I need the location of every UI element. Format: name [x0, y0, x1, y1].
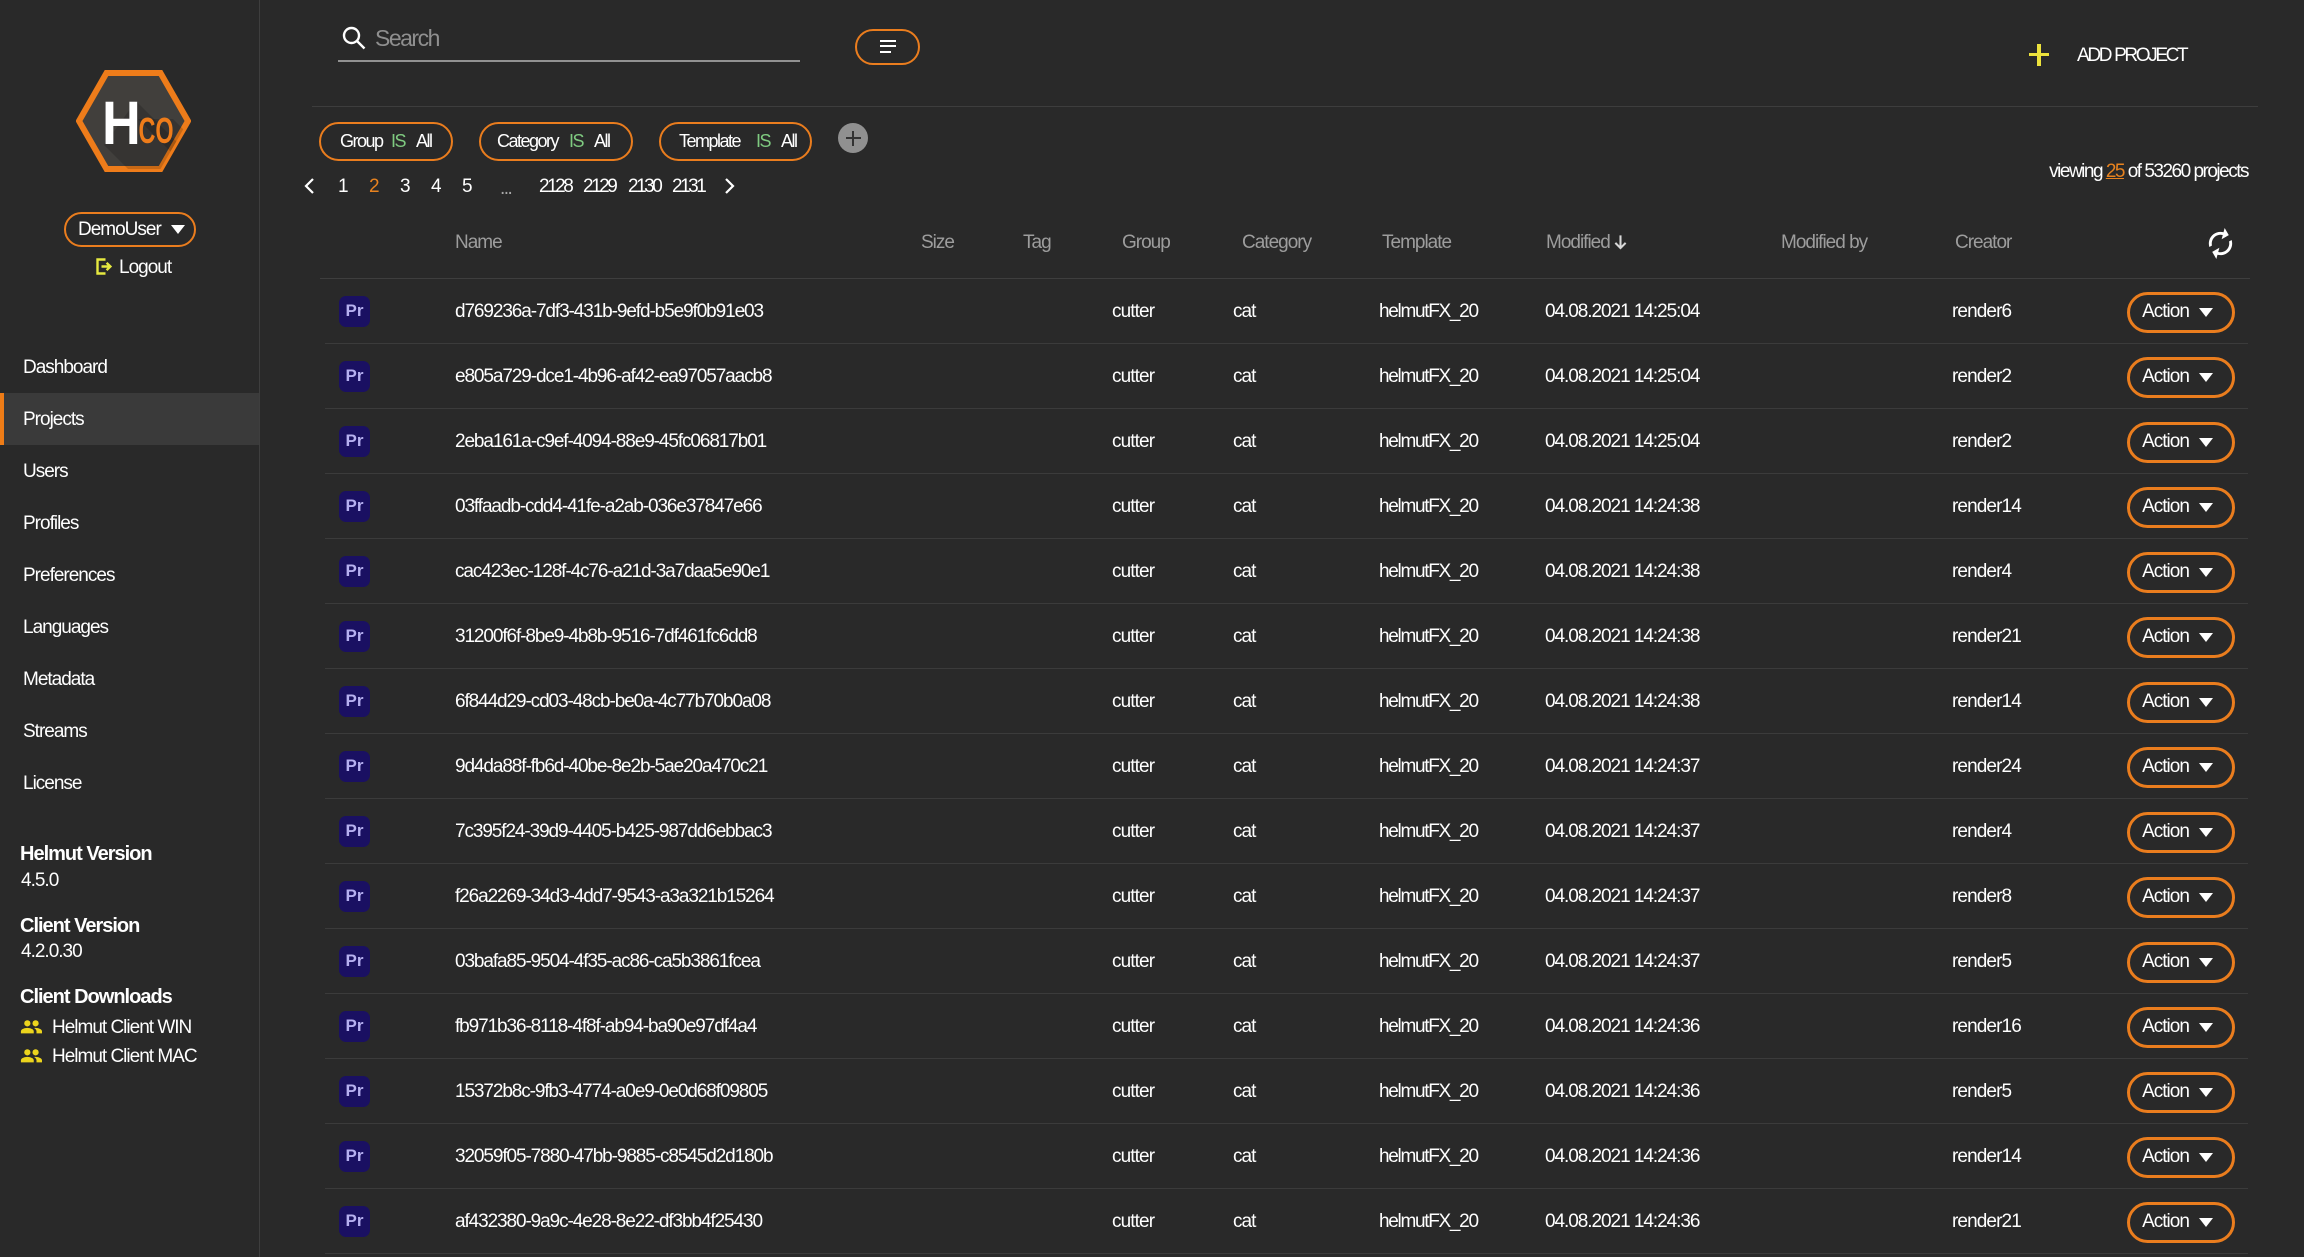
svg-text:CO: CO — [139, 112, 174, 151]
svg-text:H: H — [102, 90, 141, 158]
